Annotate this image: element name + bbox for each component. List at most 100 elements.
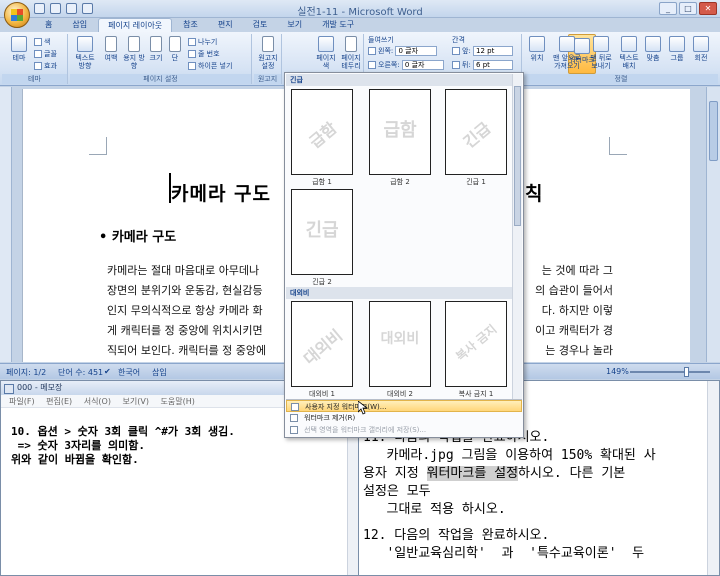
send-to-back-button[interactable]: 맨 뒤로 보내기 (586, 36, 616, 70)
zoom-slider-thumb[interactable] (684, 367, 689, 377)
crop-mark-right (609, 137, 627, 155)
document-scrollbar[interactable] (706, 87, 720, 362)
page-count[interactable]: 페이지: 1/2 (6, 367, 46, 378)
watermark-label: 복사 금지 1 (458, 390, 494, 398)
document-heading: • 카메라 구도 (99, 230, 177, 245)
watermark-thumb[interactable]: 대외비 (369, 301, 431, 387)
indent-left-row: 왼쪽: 0 글자 (368, 46, 438, 56)
text-wrap-icon (621, 36, 637, 52)
line-numbers-button[interactable]: 줄 번호 (188, 49, 220, 59)
maximize-button[interactable]: □ (679, 2, 697, 15)
tab-mailings[interactable]: 편지 (209, 18, 242, 33)
language-status[interactable]: 한국어 (118, 367, 140, 378)
rotate-button[interactable]: 회전 (690, 36, 712, 62)
spell-check-icon[interactable]: ✔ (104, 367, 111, 376)
indent-label: 들여쓰기 (368, 36, 394, 44)
gallery-scrollbar-thumb[interactable] (514, 86, 521, 226)
highlighted-text: 워터마크를 설정 (426, 466, 519, 481)
page-color-icon (318, 36, 334, 52)
page-border-button[interactable]: 페이지 테두리 (338, 36, 364, 70)
position-button[interactable]: 위치 (526, 36, 548, 62)
instruction-scrollbar[interactable] (707, 381, 719, 575)
tab-review[interactable]: 검토 (244, 18, 277, 33)
scrollbar-thumb[interactable] (709, 101, 718, 161)
bring-to-front-button[interactable]: 맨 앞으로 가져오기 (550, 36, 584, 70)
arrange-group-label: 정렬 (524, 74, 718, 84)
theme-color-button[interactable]: 색 (34, 37, 50, 47)
custom-watermark-menu-item[interactable]: 사용자 지정 워터마크(W)... (286, 400, 522, 412)
spacing-before-row: 앞: 12 pt (452, 46, 514, 56)
notepad-menu-format[interactable]: 서식(O) (84, 397, 111, 406)
office-button[interactable] (4, 2, 30, 28)
gallery-section-urgent: 긴급 (286, 74, 513, 86)
orientation-button[interactable]: 용지 방향 (122, 36, 146, 70)
notepad-text-area[interactable]: 10. 옵션 > 숫자 3회 클릭 ^#가 3회 생김. => 숫자 3자리를 … (11, 425, 235, 467)
group-button[interactable]: 그룹 (666, 36, 688, 62)
indent-right-icon (368, 61, 376, 69)
tab-insert[interactable]: 삽입 (63, 18, 96, 33)
notepad-menu-edit[interactable]: 편집(E) (46, 397, 72, 406)
remove-watermark-icon (290, 414, 298, 422)
notepad-menu-file[interactable]: 파일(F) (9, 397, 35, 406)
breaks-button[interactable]: 나누기 (188, 37, 217, 47)
watermark-thumb[interactable]: 긴급 (291, 189, 353, 275)
theme-font-button[interactable]: 글꼴 (34, 49, 57, 59)
page-setup-group-label: 페이지 설정 (70, 74, 251, 84)
text-direction-button[interactable]: 텍스트 방향 (72, 36, 98, 70)
theme-icon (11, 36, 27, 52)
columns-button[interactable]: 단 (166, 36, 184, 62)
watermark-thumb[interactable]: 복사 금지 (445, 301, 507, 387)
margins-icon (105, 36, 117, 52)
size-button[interactable]: 크기 (146, 36, 166, 62)
tab-view[interactable]: 보기 (278, 18, 311, 33)
window-title: 실전1-11 - Microsoft Word (297, 7, 423, 18)
zoom-slider[interactable] (630, 371, 710, 373)
spacing-before-input[interactable]: 12 pt (473, 46, 514, 56)
text-direction-icon (77, 36, 93, 52)
tab-references[interactable]: 참조 (174, 18, 207, 33)
remove-watermark-menu-item[interactable]: 워터마크 제거(R) (286, 412, 522, 424)
tab-developer[interactable]: 개발 도구 (313, 18, 363, 33)
vertical-ruler (0, 87, 12, 362)
watermark-thumb[interactable]: 급함 (369, 89, 431, 175)
spacing-after-input[interactable]: 6 pt (473, 60, 514, 70)
gallery-menu: 사용자 지정 워터마크(W)... 워터마크 제거(R) 선택 영역을 워터마크… (286, 399, 522, 436)
page-color-button[interactable]: 페이지 색 (314, 36, 338, 70)
notepad-menu-view[interactable]: 보기(V) (123, 397, 149, 406)
watermark-thumb[interactable]: 긴급 (445, 89, 507, 175)
theme-group: 테마 색 글꼴 효과 테마 (2, 34, 68, 84)
paper-settings-button[interactable]: 원고지 설정 (255, 36, 281, 70)
tab-home[interactable]: 홈 (36, 18, 61, 33)
arrange-group: 위치 맨 앞으로 가져오기 맨 뒤로 보내기 텍스트 배치 맞춤 그룹 회전 정… (524, 34, 718, 84)
color-icon (34, 38, 42, 46)
indent-right-input[interactable]: 0 글자 (401, 60, 444, 70)
breaks-icon (188, 38, 196, 46)
notepad-menu-help[interactable]: 도움말(H) (161, 397, 195, 406)
close-button[interactable]: ✕ (699, 2, 717, 15)
send-to-back-icon (593, 36, 609, 52)
watermark-label: 급함 2 (390, 178, 410, 186)
text-wrap-button[interactable]: 텍스트 배치 (616, 36, 642, 70)
ribbon-tabs: 홈 삽입 페이지 레이아웃 참조 편지 검토 보기 개발 도구 (36, 18, 363, 33)
save-selection-icon (290, 426, 298, 434)
watermark-thumb[interactable]: 급함 (291, 89, 353, 175)
word-count[interactable]: 단어 수: 451 (58, 367, 103, 378)
theme-effect-button[interactable]: 효과 (34, 61, 57, 71)
tab-page-layout[interactable]: 페이지 레이아웃 (98, 18, 173, 33)
minimize-button[interactable]: _ (659, 2, 677, 15)
page-setup-group: 텍스트 방향 여백 용지 방향 크기 단 나누기 줄 번호 하이픈 넣기 페이지… (70, 34, 252, 84)
zoom-level[interactable]: 149% (606, 367, 629, 376)
window-controls: _ □ ✕ (659, 2, 717, 15)
hyphenation-button[interactable]: 하이픈 넣기 (188, 61, 232, 71)
insert-mode[interactable]: 삽입 (152, 367, 167, 378)
instruction-text[interactable]: 11. 다음의 작업을 완료하시오. 카메라.jpg 그림을 이용하여 150%… (363, 429, 656, 563)
custom-watermark-icon (291, 403, 299, 411)
align-button[interactable]: 맞춤 (642, 36, 664, 62)
theme-button[interactable]: 테마 (8, 36, 30, 62)
line-numbers-icon (188, 50, 196, 58)
indent-left-input[interactable]: 0 글자 (395, 46, 438, 56)
margins-button[interactable]: 여백 (100, 36, 122, 62)
gallery-scrollbar[interactable] (512, 74, 522, 399)
watermark-thumb[interactable]: 대외비 (291, 301, 353, 387)
save-selection-menu-item[interactable]: 선택 영역을 워터마크 갤러리에 저장(S)... (286, 424, 522, 436)
